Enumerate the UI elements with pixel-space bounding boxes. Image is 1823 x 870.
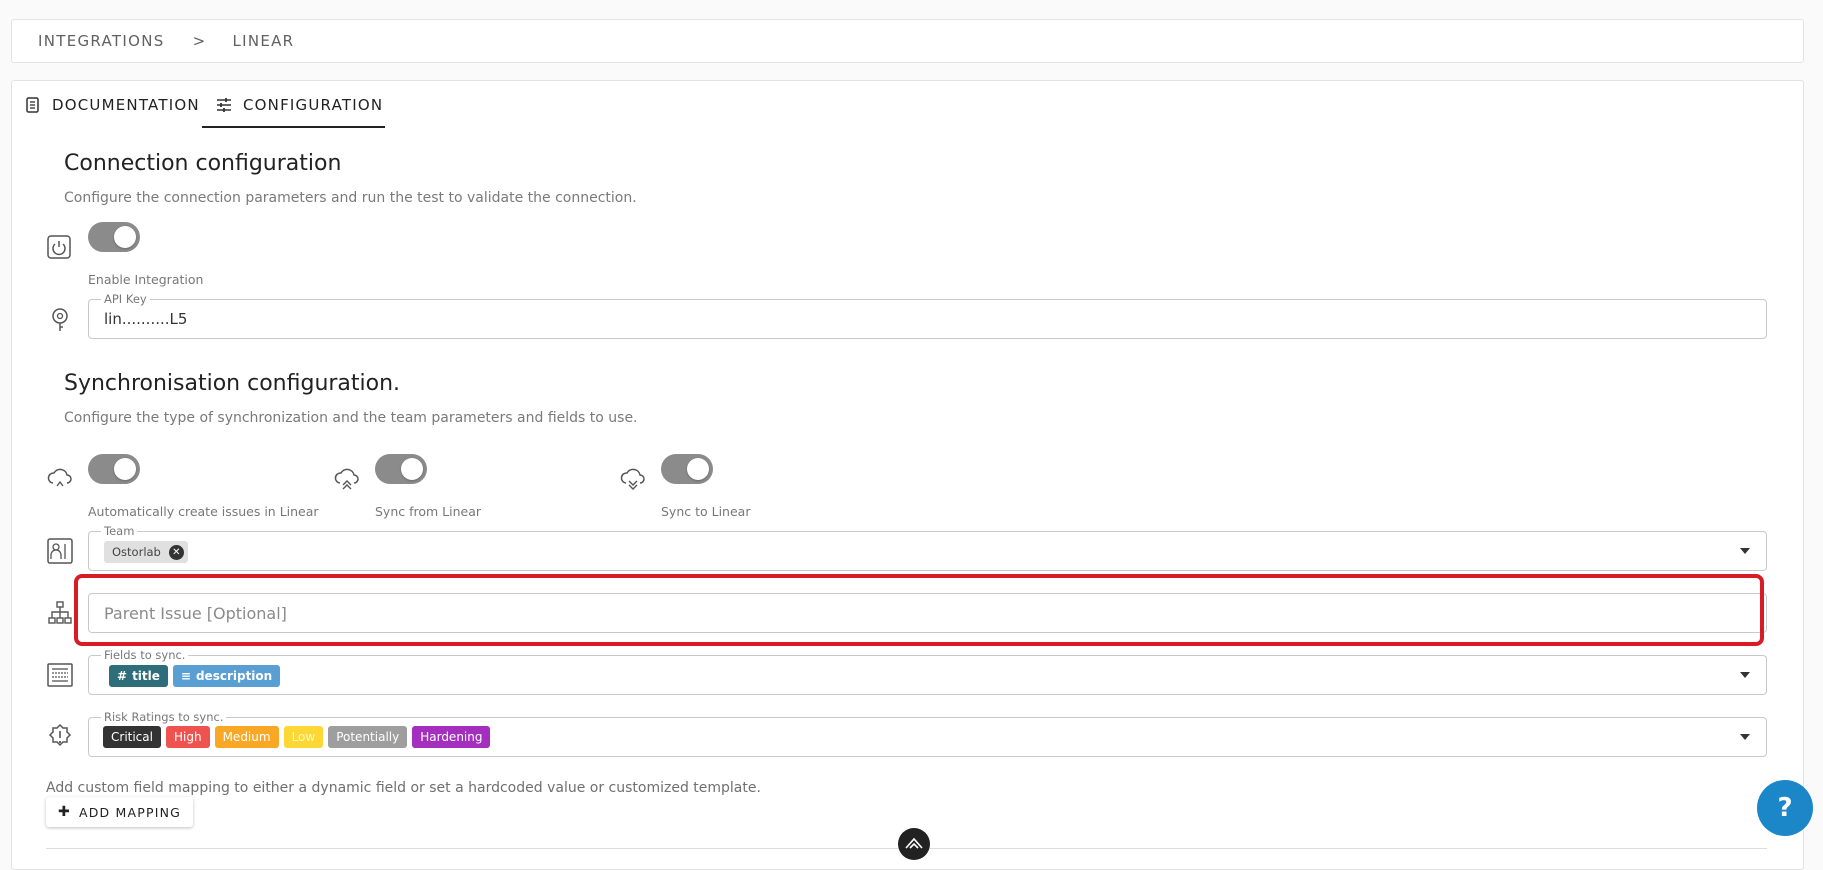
- sync-to-linear-label: Sync to Linear: [661, 504, 751, 519]
- chevron-down-icon[interactable]: [1740, 672, 1750, 678]
- breadcrumb: INTEGRATIONS > LINEAR: [11, 19, 1804, 63]
- add-mapping-button[interactable]: ✚ ADD MAPPING: [46, 797, 194, 827]
- auto-create-issues-label: Automatically create issues in Linear: [88, 504, 319, 519]
- api-key-legend: API Key: [101, 292, 150, 306]
- cloud-upload-icon: [333, 465, 361, 493]
- app-logo-icon[interactable]: [898, 828, 930, 860]
- auto-create-issues-toggle[interactable]: [88, 454, 140, 484]
- chevron-down-icon[interactable]: [1740, 734, 1750, 740]
- risk-chip-hardening: Hardening: [412, 726, 491, 748]
- breadcrumb-separator: >: [192, 32, 207, 50]
- connection-title: Connection configuration: [64, 151, 342, 176]
- tab-configuration-label: CONFIGURATION: [243, 96, 384, 114]
- sync-to-linear-toggle[interactable]: [661, 454, 713, 484]
- cloud-sync-icon: [46, 463, 74, 491]
- fields-chip-list: # title ≡ description: [109, 665, 285, 687]
- sliders-icon: [217, 98, 231, 112]
- breadcrumb-current: LINEAR: [232, 32, 295, 50]
- hierarchy-icon: [46, 599, 74, 627]
- fields-legend: Fields to sync.: [101, 648, 189, 662]
- risk-chip-medium: Medium: [214, 726, 279, 748]
- field-chip-title-label: title: [132, 669, 160, 683]
- alert-badge-icon: [46, 723, 74, 751]
- power-icon: [46, 234, 72, 260]
- tab-configuration[interactable]: CONFIGURATION: [215, 82, 383, 128]
- key-icon: [46, 305, 74, 333]
- sync-from-linear-toggle[interactable]: [375, 454, 427, 484]
- risk-legend: Risk Ratings to sync.: [101, 710, 227, 724]
- sync-subtitle: Configure the type of synchronization an…: [64, 410, 638, 426]
- fields-icon: [46, 661, 74, 689]
- risk-chip-low: Low: [283, 726, 324, 748]
- chip-remove-icon[interactable]: ✕: [168, 544, 184, 560]
- field-chip-title: # title: [109, 665, 168, 687]
- custom-mapping-text: Add custom field mapping to either a dyn…: [46, 780, 761, 796]
- sync-title: Synchronisation configuration.: [64, 371, 401, 396]
- help-button[interactable]: ?: [1757, 780, 1813, 836]
- breadcrumb-root[interactable]: INTEGRATIONS: [38, 32, 165, 50]
- sync-from-linear-label: Sync from Linear: [375, 504, 482, 519]
- enable-integration-toggle[interactable]: [88, 222, 140, 252]
- enable-integration-label: Enable Integration: [88, 272, 204, 287]
- risk-chip-critical: Critical: [103, 726, 161, 748]
- risk-chip-list: Critical High Medium Low Potentially Har…: [103, 726, 495, 748]
- focus-highlight-box: [74, 574, 1764, 646]
- tab-active-indicator: [202, 126, 385, 128]
- add-mapping-label: ADD MAPPING: [78, 804, 182, 820]
- risk-ratings-select[interactable]: Risk Ratings to sync. Critical High Medi…: [88, 710, 1767, 757]
- api-key-value: lin..........L5: [104, 310, 188, 328]
- document-icon: [26, 97, 39, 113]
- team-icon: [46, 537, 74, 565]
- help-label: ?: [1777, 793, 1793, 823]
- api-key-field[interactable]: API Key lin..........L5: [88, 292, 1767, 339]
- hash-icon: #: [117, 669, 128, 683]
- connection-subtitle: Configure the connection parameters and …: [64, 190, 637, 206]
- field-chip-description-label: description: [195, 669, 273, 683]
- chevron-down-icon[interactable]: [1740, 548, 1750, 554]
- team-chip-label: Ostorlab: [112, 545, 161, 559]
- team-legend: Team: [101, 524, 138, 538]
- plus-icon: ✚: [58, 804, 71, 820]
- tab-documentation[interactable]: DOCUMENTATION: [24, 82, 200, 128]
- team-chip: Ostorlab ✕: [104, 541, 188, 563]
- fields-select[interactable]: Fields to sync. # title ≡ description: [88, 648, 1767, 695]
- text-lines-icon: ≡: [180, 669, 191, 683]
- risk-chip-high: High: [165, 726, 210, 748]
- risk-chip-potentially: Potentially: [328, 726, 408, 748]
- field-chip-description: ≡ description: [172, 665, 281, 687]
- tab-documentation-label: DOCUMENTATION: [52, 96, 200, 114]
- cloud-download-icon: [619, 465, 647, 493]
- team-select[interactable]: Team Ostorlab ✕: [88, 524, 1767, 571]
